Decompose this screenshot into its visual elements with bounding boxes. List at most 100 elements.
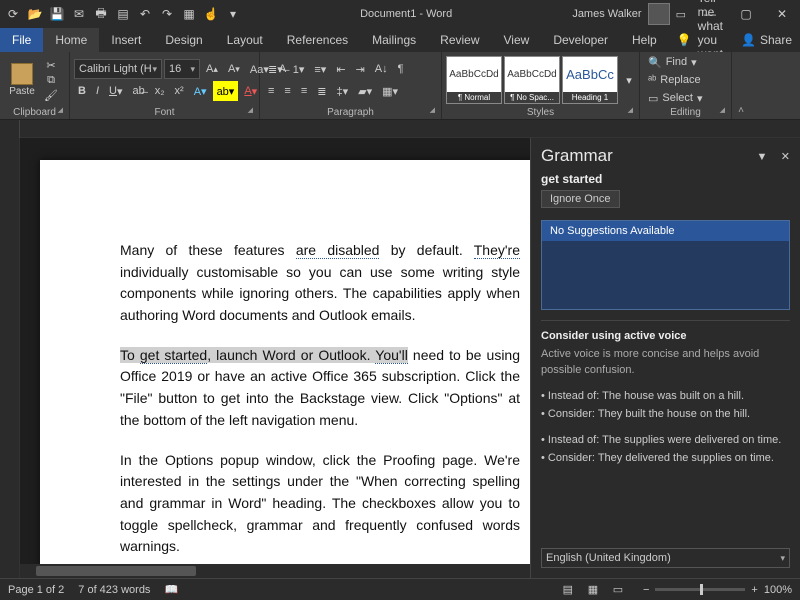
- replace-button[interactable]: ᵃᵇReplace: [644, 72, 707, 88]
- italic-icon[interactable]: I: [92, 81, 103, 101]
- redo-icon[interactable]: ↷: [158, 5, 176, 23]
- tab-insert[interactable]: Insert: [99, 28, 153, 52]
- bullets-icon[interactable]: ≣▾: [264, 59, 287, 79]
- maximize-button[interactable]: ▢: [728, 0, 764, 28]
- superscript-icon[interactable]: x²: [171, 81, 188, 101]
- group-font: Calibri Light (H 16 A▴ A▾ Aa▾ A̶ B I U▾ …: [70, 52, 260, 119]
- zoom-out-icon[interactable]: −: [643, 584, 649, 596]
- pane-options-icon[interactable]: ▼: [757, 151, 768, 163]
- format-painter-icon[interactable]: 🖌: [42, 88, 60, 102]
- zoom-slider[interactable]: [655, 588, 745, 591]
- touch-icon[interactable]: ☝: [202, 5, 220, 23]
- collapse-ribbon-icon[interactable]: ˄: [732, 52, 750, 119]
- tab-design[interactable]: Design: [153, 28, 214, 52]
- document-canvas[interactable]: Many of these features are disabled by d…: [20, 138, 530, 578]
- view-buttons: ▤ ▦ ▭: [557, 583, 629, 596]
- font-color-icon[interactable]: A▾: [240, 81, 261, 101]
- underline-icon[interactable]: U▾: [105, 81, 126, 101]
- page[interactable]: Many of these features are disabled by d…: [40, 160, 530, 578]
- page-indicator[interactable]: Page 1 of 2: [8, 584, 64, 596]
- undo-icon[interactable]: ↶: [136, 5, 154, 23]
- tab-view[interactable]: View: [492, 28, 542, 52]
- ruler-row: [0, 120, 800, 138]
- indent-icon[interactable]: ⇥: [352, 59, 369, 79]
- style-normal[interactable]: AaBbCcDd ¶ Normal: [446, 56, 502, 104]
- strike-icon[interactable]: ab̶: [129, 81, 149, 101]
- tab-review[interactable]: Review: [428, 28, 491, 52]
- show-marks-icon[interactable]: ¶: [394, 59, 408, 79]
- tab-home[interactable]: Home: [43, 28, 99, 52]
- styles-more-icon[interactable]: ▾: [620, 73, 638, 87]
- suggestions-box: No Suggestions Available: [541, 220, 790, 310]
- paragraph-1[interactable]: Many of these features are disabled by d…: [120, 240, 520, 327]
- ribbon-display-icon[interactable]: ▭: [676, 8, 686, 21]
- sort-icon[interactable]: A↓: [371, 59, 392, 79]
- pane-close-icon[interactable]: ✕: [781, 151, 790, 163]
- borders-icon[interactable]: ▦▾: [378, 81, 402, 101]
- table-icon[interactable]: ▦: [180, 5, 198, 23]
- user-avatar[interactable]: [648, 3, 670, 25]
- qat-dropdown-icon[interactable]: ▾: [224, 5, 242, 23]
- advice-example: • Instead of: The supplies were delivere…: [541, 433, 790, 449]
- tab-file[interactable]: File: [0, 28, 43, 52]
- save-icon[interactable]: 💾: [48, 5, 66, 23]
- style-heading1[interactable]: AaBbCc Heading 1: [562, 56, 618, 104]
- window-title: Document1 - Word: [246, 8, 566, 20]
- cut-icon[interactable]: ✂: [42, 58, 60, 72]
- group-label-clipboard: Clipboard: [4, 106, 65, 118]
- text-effect-icon[interactable]: A▾: [190, 81, 211, 101]
- share-button[interactable]: 👤 Share: [731, 28, 800, 52]
- close-button[interactable]: ✕: [764, 0, 800, 28]
- grow-font-icon[interactable]: A▴: [202, 59, 222, 79]
- paste-button[interactable]: Paste: [4, 57, 40, 103]
- tab-mailings[interactable]: Mailings: [360, 28, 428, 52]
- subscript-icon[interactable]: x₂: [151, 81, 169, 101]
- word-count[interactable]: 7 of 423 words: [78, 584, 150, 596]
- email-icon[interactable]: ✉: [70, 5, 88, 23]
- paragraph-3[interactable]: In the Options popup window, click the P…: [120, 450, 520, 558]
- shading-icon[interactable]: ▰▾: [354, 81, 376, 101]
- tab-developer[interactable]: Developer: [541, 28, 620, 52]
- zoom-level[interactable]: 100%: [764, 584, 792, 596]
- align-left-icon[interactable]: ≡: [264, 81, 278, 101]
- multilevel-icon[interactable]: ≡▾: [310, 59, 330, 79]
- find-button[interactable]: 🔍Find ▾: [644, 54, 707, 70]
- shrink-font-icon[interactable]: A▾: [224, 59, 244, 79]
- style-nospacing[interactable]: AaBbCcDd ¶ No Spac...: [504, 56, 560, 104]
- read-mode-icon[interactable]: ▤: [557, 583, 579, 596]
- paragraph-2[interactable]: To get started, launch Word or Outlook. …: [120, 345, 520, 432]
- tab-references[interactable]: References: [275, 28, 360, 52]
- copy-icon[interactable]: ⧉: [42, 73, 60, 87]
- line-spacing-icon[interactable]: ‡▾: [332, 81, 352, 101]
- language-combo[interactable]: English (United Kingdom): [541, 548, 790, 568]
- tab-help[interactable]: Help: [620, 28, 669, 52]
- vertical-ruler[interactable]: [0, 138, 20, 578]
- user-name: James Walker: [572, 8, 641, 20]
- horizontal-scrollbar[interactable]: [20, 564, 530, 578]
- print-icon[interactable]: 🖶: [92, 5, 110, 23]
- open-icon[interactable]: 📂: [26, 5, 44, 23]
- proofing-icon[interactable]: 📖: [164, 583, 178, 596]
- print-layout-icon[interactable]: ▦: [582, 583, 604, 596]
- autosave-icon[interactable]: ⟳: [4, 5, 22, 23]
- horizontal-ruler[interactable]: [20, 120, 800, 138]
- align-right-icon[interactable]: ≡: [297, 81, 311, 101]
- align-center-icon[interactable]: ≡: [280, 81, 294, 101]
- numbering-icon[interactable]: 1▾: [289, 59, 309, 79]
- group-editing: 🔍Find ▾ ᵃᵇReplace ▭Select ▾ Editing: [640, 52, 732, 119]
- bold-icon[interactable]: B: [74, 81, 90, 101]
- font-size-combo[interactable]: 16: [164, 59, 200, 79]
- tell-me[interactable]: 💡 Tell me what you want to do: [669, 28, 731, 52]
- grammar-issue-text: get started: [541, 172, 790, 186]
- font-name-combo[interactable]: Calibri Light (H: [74, 59, 162, 79]
- select-button[interactable]: ▭Select ▾: [644, 90, 707, 106]
- preview-icon[interactable]: ▤: [114, 5, 132, 23]
- zoom-in-icon[interactable]: +: [751, 584, 757, 596]
- tab-layout[interactable]: Layout: [215, 28, 275, 52]
- highlight-icon[interactable]: ab▾: [213, 81, 239, 101]
- web-layout-icon[interactable]: ▭: [607, 583, 629, 596]
- ignore-once-button[interactable]: Ignore Once: [541, 190, 620, 208]
- justify-icon[interactable]: ≣: [313, 81, 330, 101]
- account-area[interactable]: James Walker ▭: [566, 3, 692, 25]
- outdent-icon[interactable]: ⇤: [332, 59, 349, 79]
